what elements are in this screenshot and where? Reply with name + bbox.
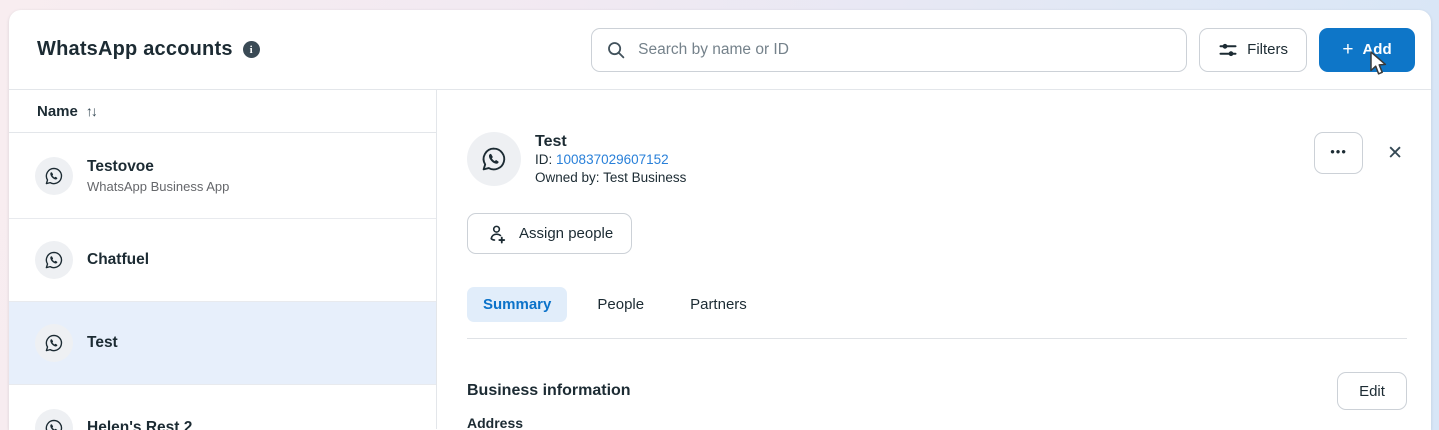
list-item-text: Helen's Rest 2 xyxy=(87,419,192,430)
page-title: WhatsApp accounts xyxy=(37,38,233,61)
accounts-list: Name ↑↓ Testovoe WhatsApp Business App C… xyxy=(9,90,437,429)
detail-account-name: Test xyxy=(535,132,686,151)
whatsapp-accounts-card: WhatsApp accounts i Filters + Add xyxy=(9,10,1431,430)
assign-people-label: Assign people xyxy=(519,225,613,242)
info-icon[interactable]: i xyxy=(243,41,260,58)
id-label: ID: xyxy=(535,152,552,167)
assign-people-button[interactable]: Assign people xyxy=(467,213,632,254)
section-title: Business information xyxy=(467,382,631,400)
list-item[interactable]: Helen's Rest 2 xyxy=(9,385,436,430)
business-information-header: Business information Edit xyxy=(467,372,1407,410)
name-column-label: Name xyxy=(37,103,78,120)
list-item[interactable]: Chatfuel xyxy=(9,219,436,302)
card-header: WhatsApp accounts i Filters + Add xyxy=(9,10,1431,90)
tab-summary[interactable]: Summary xyxy=(467,287,567,322)
owned-by-label: Owned by: xyxy=(535,170,600,185)
add-label: Add xyxy=(1362,41,1391,58)
card-body: Name ↑↓ Testovoe WhatsApp Business App C… xyxy=(9,90,1431,429)
filters-label: Filters xyxy=(1247,41,1288,58)
add-button[interactable]: + Add xyxy=(1319,28,1415,72)
detail-id-line: ID: 100837029607152 xyxy=(535,151,686,169)
whatsapp-icon xyxy=(35,241,73,279)
edit-button[interactable]: Edit xyxy=(1337,372,1407,410)
list-item-text: Chatfuel xyxy=(87,251,149,269)
close-icon[interactable]: ✕ xyxy=(1383,140,1407,167)
name-column-header[interactable]: Name ↑↓ xyxy=(9,90,436,133)
person-add-icon xyxy=(486,223,508,245)
whatsapp-icon-large xyxy=(467,132,521,186)
search-icon xyxy=(606,40,626,60)
filters-button[interactable]: Filters xyxy=(1199,28,1307,72)
account-name: Testovoe xyxy=(87,158,229,176)
list-item-text: Test xyxy=(87,334,118,352)
detail-tabs: Summary People Partners xyxy=(467,287,1407,322)
account-name: Test xyxy=(87,334,118,352)
address-field-label: Address xyxy=(467,415,1407,430)
list-item-text: Testovoe WhatsApp Business App xyxy=(87,158,229,194)
title-wrap: WhatsApp accounts i xyxy=(37,38,260,61)
account-name: Helen's Rest 2 xyxy=(87,419,192,430)
detail-text: Test ID: 100837029607152 Owned by: Test … xyxy=(535,132,686,187)
section-divider xyxy=(467,338,1407,339)
whatsapp-icon xyxy=(35,157,73,195)
detail-owner-line: Owned by: Test Business xyxy=(535,169,686,187)
sort-icon: ↑↓ xyxy=(86,103,96,119)
filters-icon xyxy=(1218,40,1238,60)
whatsapp-icon xyxy=(35,409,73,430)
account-subtitle: WhatsApp Business App xyxy=(87,179,229,194)
search-input[interactable] xyxy=(636,40,1172,60)
account-name: Chatfuel xyxy=(87,251,149,269)
tab-people[interactable]: People xyxy=(581,287,660,322)
tab-partners[interactable]: Partners xyxy=(674,287,763,322)
plus-icon: + xyxy=(1342,40,1353,59)
list-item[interactable]: Testovoe WhatsApp Business App xyxy=(9,133,436,219)
detail-header-actions: ••• ✕ xyxy=(1314,132,1407,174)
detail-header: Test ID: 100837029607152 Owned by: Test … xyxy=(467,132,1407,187)
search-box[interactable] xyxy=(591,28,1187,72)
list-item[interactable]: Test xyxy=(9,302,436,385)
more-options-button[interactable]: ••• xyxy=(1314,132,1363,174)
owned-by-value: Test Business xyxy=(603,170,686,185)
account-id-link[interactable]: 100837029607152 xyxy=(556,152,669,167)
whatsapp-icon xyxy=(35,324,73,362)
account-detail-panel: Test ID: 100837029607152 Owned by: Test … xyxy=(437,90,1431,429)
